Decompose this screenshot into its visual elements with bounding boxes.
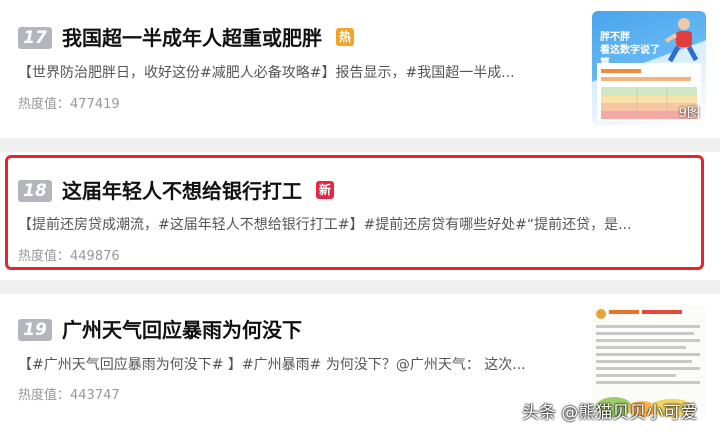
heat-number: 477419 <box>70 97 120 112</box>
hot-badge: 热 <box>336 28 354 46</box>
item-description: 【世界防治肥胖日，收好这份#减肥人必备攻略#】报告显示，#我国超一半成... <box>18 65 515 81</box>
heat-number: 443747 <box>70 388 120 403</box>
heat-label: 热度值： <box>18 388 71 403</box>
heat-label: 热度值： <box>18 97 71 112</box>
watermark: 头条 @熊猫贝贝小可爱 <box>522 403 698 423</box>
item-title[interactable]: 我国超一半成年人超重或肥胖 <box>62 25 322 51</box>
image-count: 9图 <box>678 106 700 121</box>
rank-badge: 19 <box>18 319 52 341</box>
item-title[interactable]: 广州天气回应暴雨为何没下 <box>62 317 302 343</box>
heat-value: 热度值：443747 <box>18 387 120 405</box>
runner-illustration-icon <box>664 18 699 63</box>
item-description: 【#广州天气回应暴雨为何没下# 】#广州暴雨# 为何没下？@广州天气： 这次..… <box>18 357 526 373</box>
rank-badge: 17 <box>18 27 52 49</box>
highlight-frame <box>5 155 704 270</box>
item-thumbnail[interactable]: 胖不胖 看这数字说了算 9图 <box>592 11 706 125</box>
heat-value: 热度值：477419 <box>18 96 120 114</box>
